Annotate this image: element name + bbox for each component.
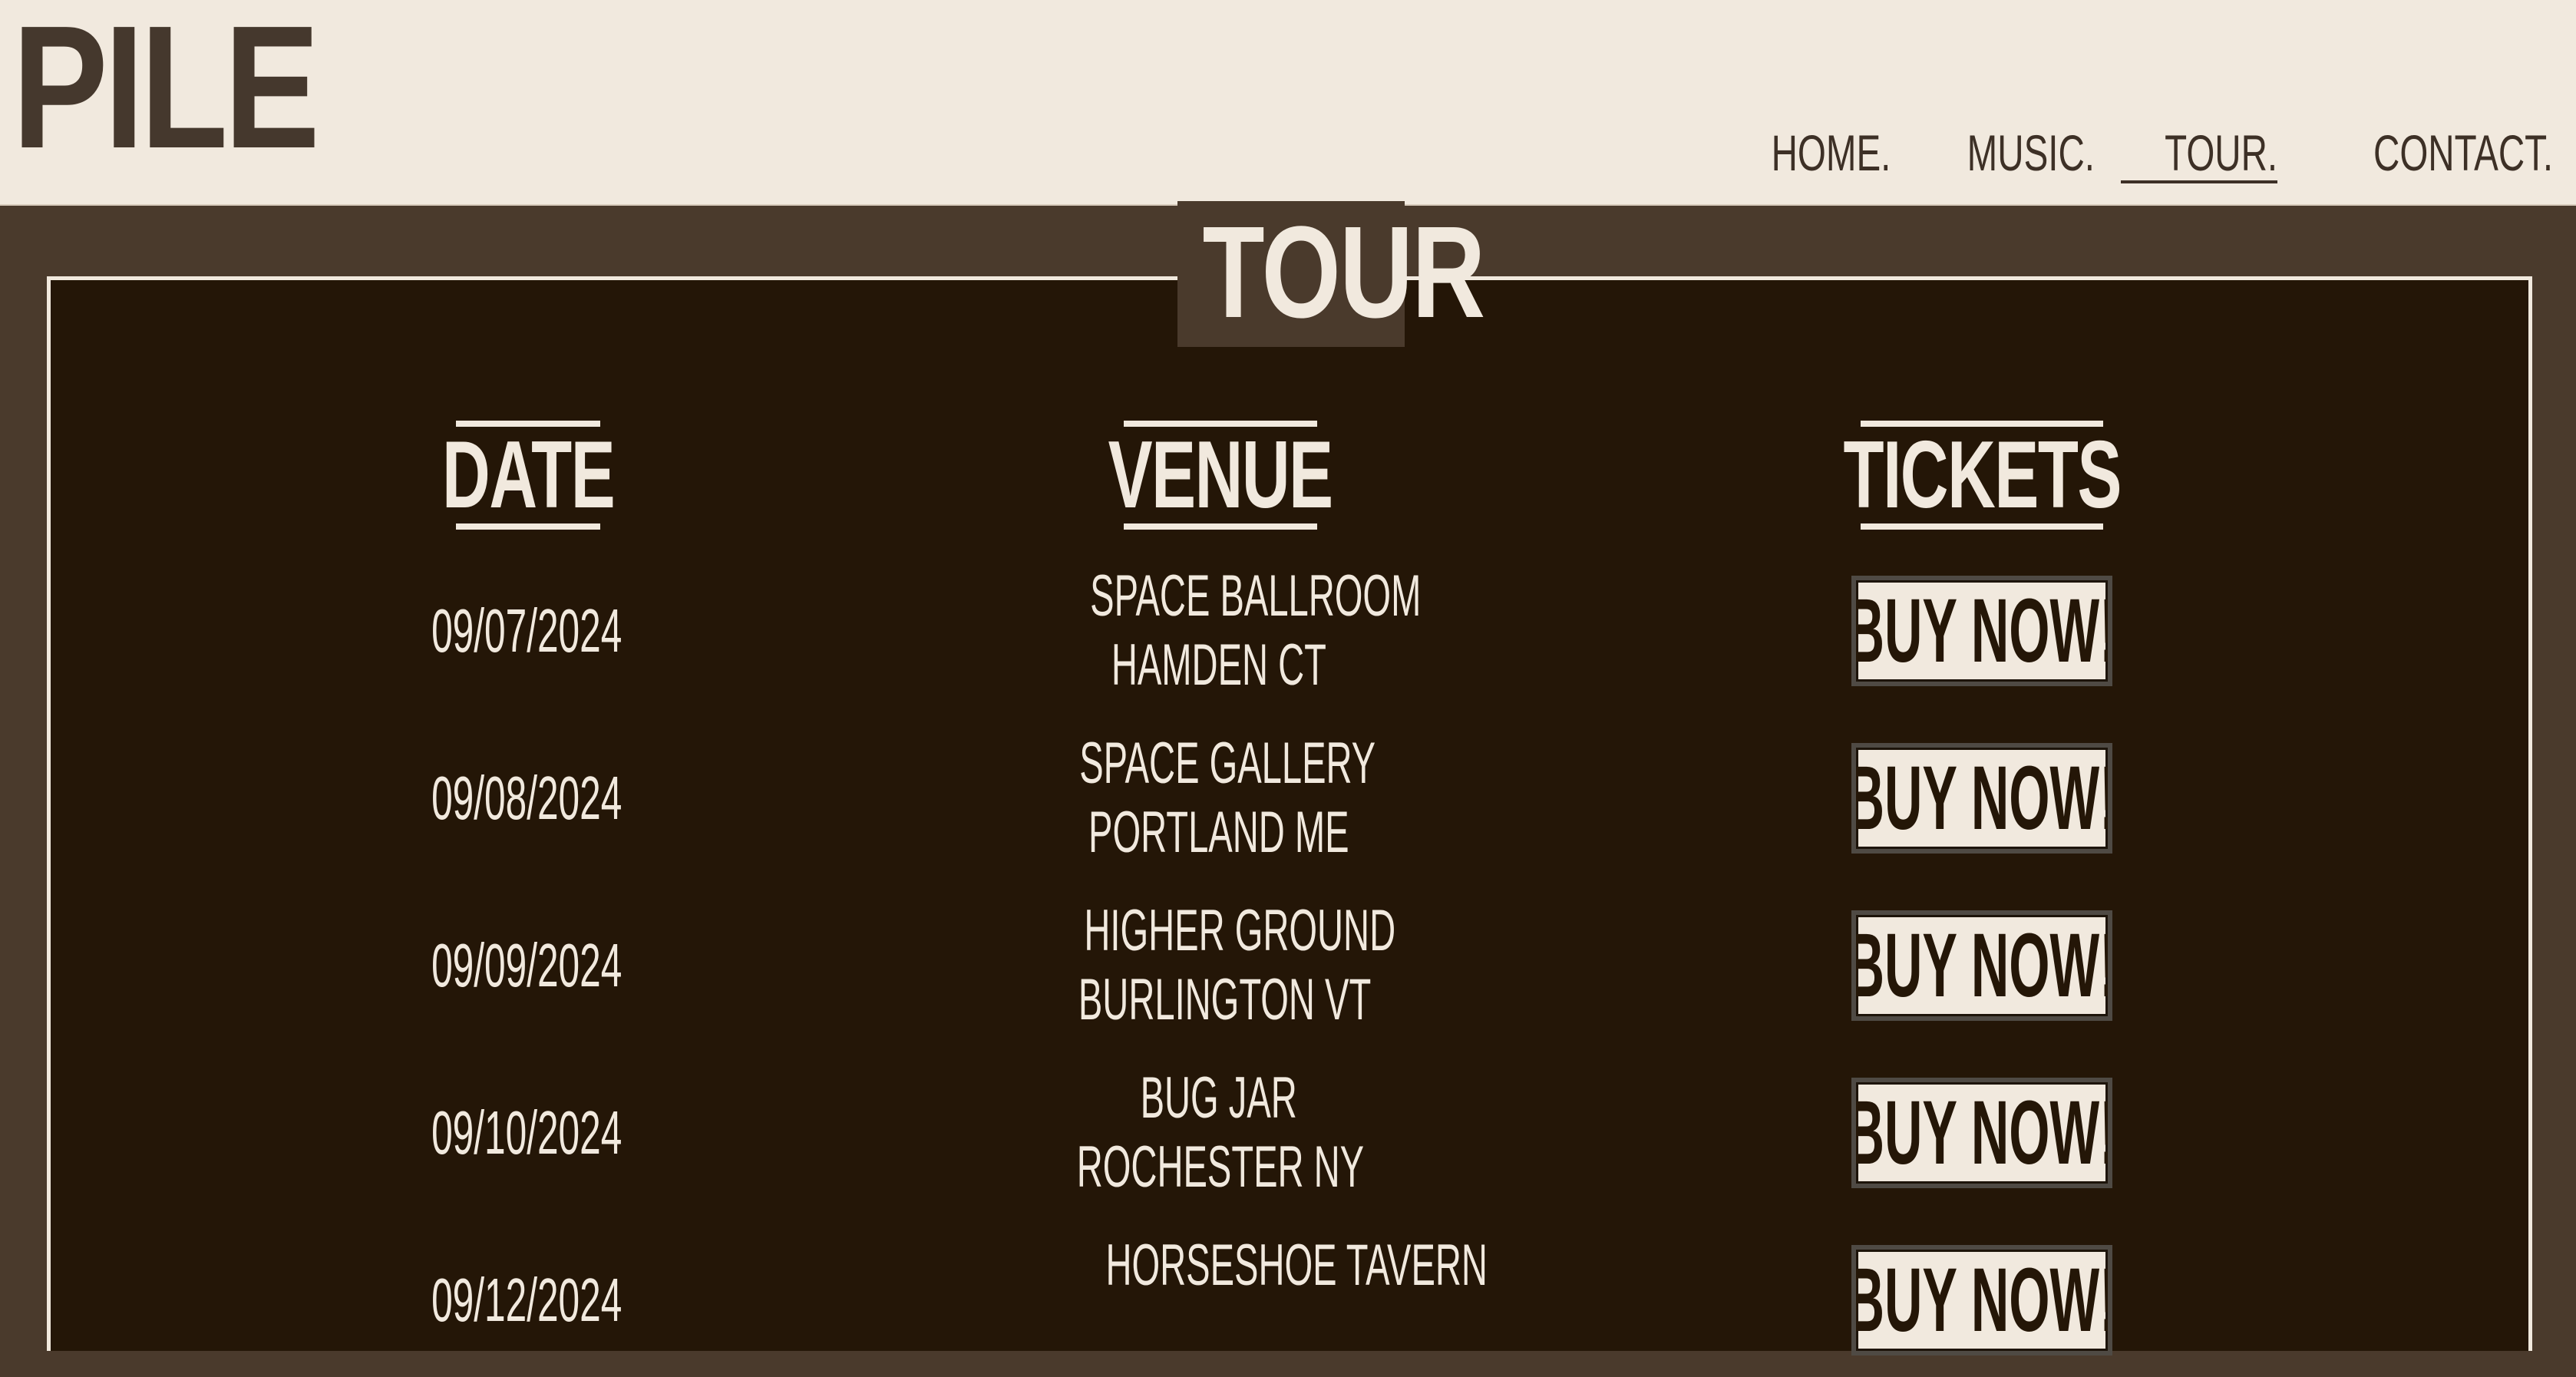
buy-now-button[interactable]: BUY NOW! <box>1851 1078 2112 1188</box>
venue-name: HORSESHOE TAVERN <box>989 1231 1487 1300</box>
nav-tour-link[interactable]: TOUR. <box>2165 125 2277 180</box>
nav-music-wrap: MUSIC. <box>1917 119 2094 180</box>
tour-date-text: 09/09/2024 <box>431 931 623 999</box>
buy-now-button[interactable]: BUY NOW! <box>1851 576 2112 686</box>
nav-home-link[interactable]: HOME. <box>1772 125 1891 180</box>
tour-venue: SPACE BALLROOM HAMDEN CT <box>989 554 1449 708</box>
tour-row: 09/07/2024 SPACE BALLROOM HAMDEN CT BUY … <box>0 554 2576 708</box>
venue-name: SPACE BALLROOM <box>989 562 1449 631</box>
tour-date: 09/08/2024 <box>373 722 680 875</box>
nav-home-wrap: HOME. <box>1725 119 1891 180</box>
venue-name-text: SPACE GALLERY <box>1079 731 1376 796</box>
venue-name: SPACE GALLERY <box>989 729 1449 798</box>
venue-city <box>989 1300 1449 1369</box>
buy-now-button[interactable]: BUY NOW! <box>1851 743 2112 854</box>
venue-city-text: BURLINGTON VT <box>1078 967 1372 1032</box>
column-header-date-label: DATE <box>441 422 616 528</box>
tour-venue: BUG JAR ROCHESTER NY <box>989 1056 1449 1210</box>
main-nav: HOME. MUSIC. TOUR. CONTACT. <box>1725 119 2553 183</box>
buy-now-label: BUY NOW! <box>1851 915 2112 1016</box>
nav-contact-link[interactable]: CONTACT. <box>2373 125 2553 180</box>
column-header-venue-label: VENUE <box>1108 422 1333 528</box>
tour-date: 09/10/2024 <box>373 1056 680 1210</box>
buy-now-label: BUY NOW! <box>1851 1250 2112 1351</box>
tour-date-text: 09/12/2024 <box>431 1266 623 1334</box>
column-header-tickets: TICKETS <box>1843 421 2122 530</box>
site-logo[interactable]: PILE <box>12 0 320 175</box>
venue-name-text: HIGHER GROUND <box>1084 898 1396 963</box>
buy-now-label: BUY NOW! <box>1851 580 2112 682</box>
venue-city-text: HAMDEN CT <box>1111 632 1327 698</box>
venue-name: HIGHER GROUND <box>989 897 1449 966</box>
buy-now-button[interactable]: BUY NOW! <box>1851 1245 2112 1356</box>
column-header-tickets-label: TICKETS <box>1843 422 2122 528</box>
column-header-venue: VENUE <box>1108 421 1333 530</box>
tour-venue: HIGHER GROUND BURLINGTON VT <box>989 889 1449 1042</box>
venue-city-text: PORTLAND ME <box>1088 800 1349 865</box>
tour-row: 09/08/2024 SPACE GALLERY PORTLAND ME BUY… <box>0 722 2576 875</box>
buy-now-button[interactable]: BUY NOW! <box>1851 910 2112 1021</box>
tour-date: 09/12/2024 <box>373 1223 680 1377</box>
nav-contact-wrap: CONTACT. <box>2304 119 2553 180</box>
tour-date-text: 09/07/2024 <box>431 596 623 665</box>
tour-row: 09/10/2024 BUG JAR ROCHESTER NY BUY NOW! <box>0 1056 2576 1210</box>
tour-date: 09/07/2024 <box>373 554 680 708</box>
venue-city: BURLINGTON VT <box>989 966 1449 1035</box>
column-header-date: DATE <box>442 421 616 530</box>
tour-row: 09/12/2024 HORSESHOE TAVERN BUY NOW! <box>0 1223 2576 1377</box>
nav-music-link[interactable]: MUSIC. <box>1967 125 2094 180</box>
buy-now-label: BUY NOW! <box>1851 1082 2112 1184</box>
tour-venue: HORSESHOE TAVERN <box>989 1223 1487 1377</box>
tour-date: 09/09/2024 <box>373 889 680 1042</box>
tour-date-text: 09/08/2024 <box>431 764 623 832</box>
tour-venue: SPACE GALLERY PORTLAND ME <box>989 722 1449 875</box>
nav-tour-wrap: TOUR. <box>2120 119 2277 183</box>
venue-city: PORTLAND ME <box>989 798 1449 867</box>
tour-date-text: 09/10/2024 <box>431 1098 623 1167</box>
venue-city: HAMDEN CT <box>989 631 1449 700</box>
venue-name-text: HORSESHOE TAVERN <box>1105 1233 1488 1298</box>
venue-name-text: SPACE BALLROOM <box>1090 563 1422 629</box>
venue-name-text: BUG JAR <box>1140 1065 1298 1131</box>
site-header: PILE HOME. MUSIC. TOUR. CONTACT. <box>0 0 2576 206</box>
venue-city-text: ROCHESTER NY <box>1076 1134 1365 1200</box>
venue-city: ROCHESTER NY <box>989 1133 1449 1202</box>
buy-now-label: BUY NOW! <box>1851 748 2112 849</box>
nav-active-underline <box>2120 180 2277 183</box>
tour-row: 09/09/2024 HIGHER GROUND BURLINGTON VT B… <box>0 889 2576 1042</box>
venue-name: BUG JAR <box>989 1064 1449 1133</box>
tour-heading: TOUR <box>1202 200 1486 345</box>
